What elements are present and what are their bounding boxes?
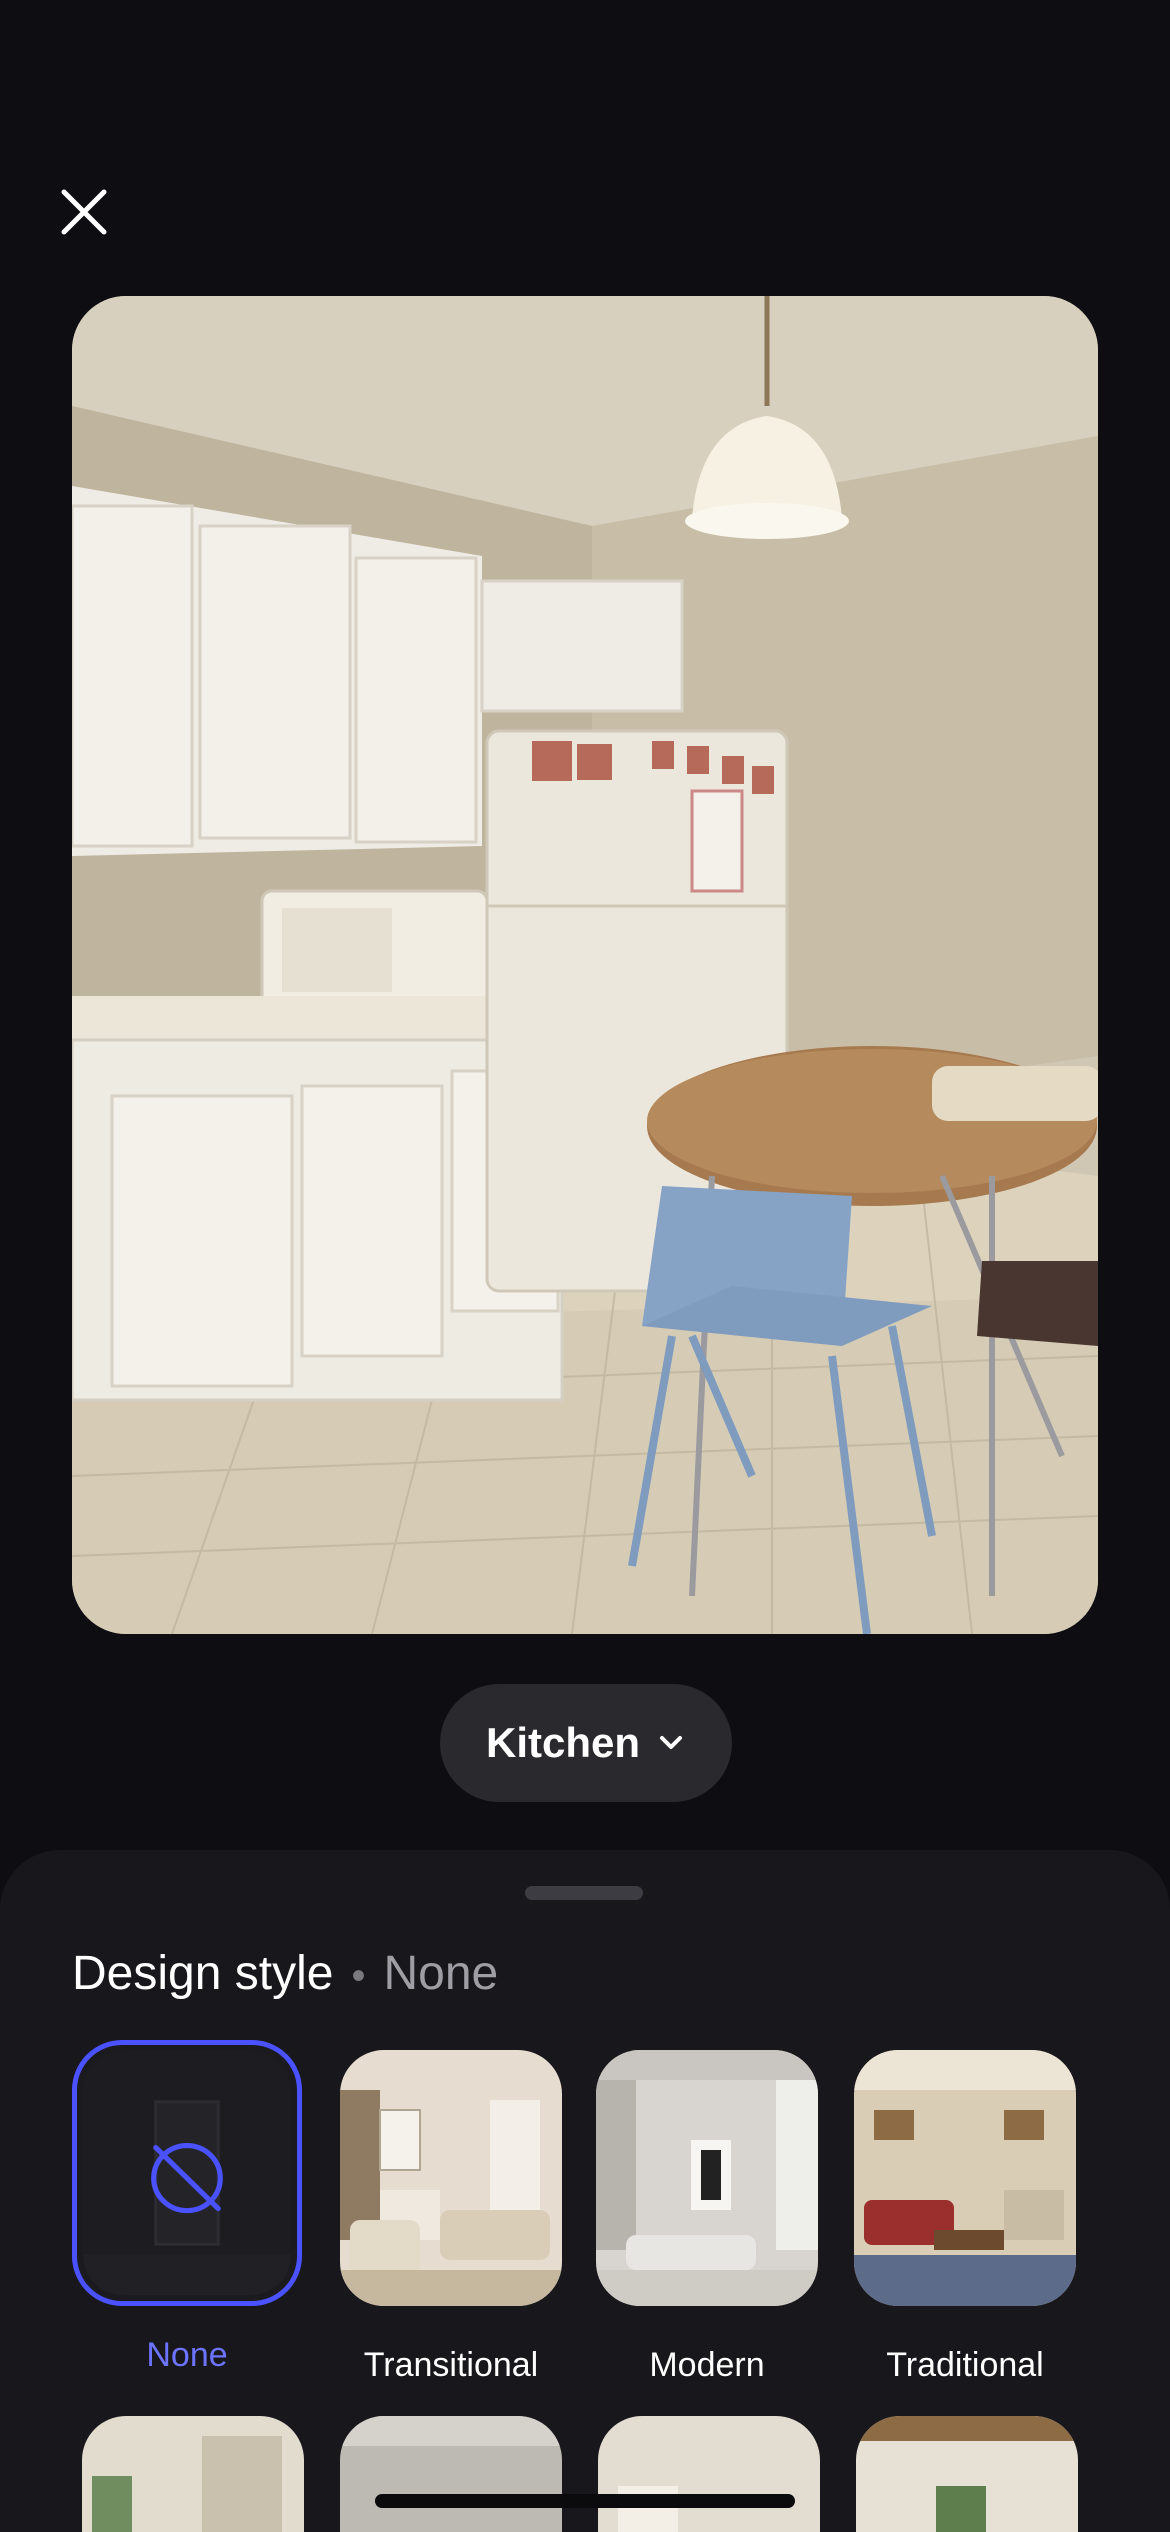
style-label: None: [146, 2336, 228, 2374]
selected-style-value: None: [383, 1947, 499, 2000]
style-option-none[interactable]: None: [72, 2040, 302, 2375]
style-thumb-frame: [72, 2040, 302, 2306]
close-icon: [61, 189, 107, 235]
close-button[interactable]: [52, 180, 116, 244]
room-photo: [72, 296, 1098, 1634]
sheet-title: Design style • None: [72, 1946, 498, 2001]
style-thumb: [596, 2050, 818, 2306]
style-option-transitional[interactable]: Transitional: [336, 2050, 566, 2385]
style-option-partial[interactable]: [82, 2416, 304, 2532]
style-option-partial[interactable]: [856, 2416, 1078, 2532]
style-label: Traditional: [886, 2346, 1044, 2384]
home-indicator: [375, 2494, 795, 2508]
chevron-down-icon: [660, 1736, 682, 1749]
separator-dot: •: [351, 1953, 366, 1998]
style-option-partial[interactable]: [340, 2416, 562, 2532]
sheet-title-label: Design style: [72, 1947, 334, 2000]
style-thumb: [854, 2050, 1076, 2306]
sheet-grabber[interactable]: [525, 1886, 643, 1900]
design-style-sheet: Design style • None None Transitional Mo…: [0, 1850, 1170, 2532]
style-thumb: [340, 2050, 562, 2306]
style-option-traditional[interactable]: Traditional: [850, 2050, 1080, 2385]
style-option-partial[interactable]: [598, 2416, 820, 2532]
style-option-modern[interactable]: Modern: [592, 2050, 822, 2385]
room-type-label: Kitchen: [485, 1719, 640, 1766]
room-type-dropdown[interactable]: Kitchen: [440, 1684, 732, 1802]
style-label: Modern: [649, 2346, 765, 2384]
style-label: Transitional: [363, 2346, 539, 2384]
